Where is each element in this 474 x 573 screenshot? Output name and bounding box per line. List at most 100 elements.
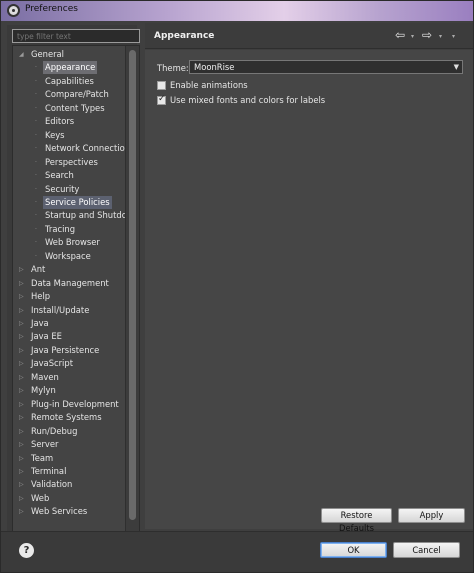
tree-item-label: Editors [45,116,75,127]
tree-dots-icon: · [35,198,37,206]
cancel-button[interactable]: Cancel [393,542,460,558]
tree-item-label: Maven [31,371,59,382]
tree-item[interactable]: ▷ Web [19,492,51,505]
tree-item[interactable]: · Startup and Shutdown [35,209,125,222]
tree-item[interactable]: · Search [35,169,76,182]
tree-item[interactable]: · Perspectives [35,156,100,169]
tree-scrollbar[interactable] [125,46,139,534]
expand-arrow-icon[interactable]: ▷ [19,398,25,411]
expand-arrow-icon[interactable]: ▷ [19,330,25,343]
forward-arrow-icon[interactable]: ⇨ [422,29,432,41]
theme-select[interactable]: MoonRise ▼ [189,60,463,74]
tree-scrollbar-thumb[interactable] [129,50,136,520]
tree-item-label: Network Connections [45,143,125,154]
tree-item[interactable]: ▷ Terminal [19,465,68,478]
enable-animations-row[interactable]: Enable animations [157,80,357,92]
tree-item[interactable]: ▷ Team [19,452,55,465]
right-panel: Appearance ⇦ ▾ ⇨ ▾ ▾ Theme: MoonRise ▼ E… [145,23,473,533]
enable-animations-checkbox[interactable] [157,81,166,90]
tree-item[interactable]: ▷ Help [19,290,52,303]
mixed-fonts-row[interactable]: Use mixed fonts and colors for labels [157,94,407,107]
mixed-fonts-checkbox[interactable] [157,94,166,105]
view-menu-chevron-down-icon[interactable]: ▾ [452,33,455,40]
expand-arrow-icon[interactable]: ▷ [19,478,25,491]
expand-arrow-icon[interactable]: ▷ [19,438,25,451]
tree-item[interactable]: · Workspace [35,250,93,263]
tree-item[interactable]: ◢ General [19,48,66,61]
expand-arrow-icon[interactable]: ▷ [19,290,25,303]
filter-input[interactable] [12,29,140,43]
expand-arrow-icon[interactable]: ▷ [19,357,25,370]
forward-menu-chevron-down-icon[interactable]: ▾ [439,33,442,40]
tree-item[interactable]: ▷ JavaScript [19,357,75,370]
tree-item[interactable]: · Web Browser [35,236,102,249]
expand-arrow-icon[interactable]: ▷ [19,304,25,317]
expand-arrow-icon[interactable]: ▷ [19,452,25,465]
expand-arrow-icon[interactable]: ▷ [19,317,25,330]
back-menu-chevron-down-icon[interactable]: ▾ [411,33,414,40]
tree-item[interactable]: · Compare/Patch [35,88,111,101]
tree-dots-icon: · [35,252,37,260]
dialog-footer: ? OK Cancel [1,531,473,572]
tree-dots-icon: · [35,172,37,180]
mixed-fonts-label[interactable]: Use mixed fonts and colors for labels [170,95,325,105]
tree-item[interactable]: ▷ Web Services [19,505,89,518]
expand-arrow-icon[interactable]: ▷ [19,505,25,518]
tree-item[interactable]: · Content Types [35,102,107,115]
tree-item-label: Team [31,452,54,463]
tree-item[interactable]: ▷ Validation [19,478,74,491]
tree-item[interactable]: · Security [35,183,81,196]
tree-item-label: Security [45,183,80,194]
back-arrow-icon[interactable]: ⇦ [395,29,405,41]
tree-item[interactable]: ▷ Maven [19,371,61,384]
tree-item-label: Appearance [43,61,98,75]
tree-item[interactable]: ▷ Run/Debug [19,425,79,438]
help-icon[interactable]: ? [19,543,34,558]
tree-item[interactable]: · Service Policies [35,195,112,209]
tree-item[interactable]: ▷ Ant [19,263,47,276]
tree-dots-icon: · [35,118,37,126]
page-title: Appearance [154,31,215,41]
tree-item[interactable]: ▷ Server [19,438,60,451]
tree-item[interactable]: · Appearance [35,61,98,75]
tree-item[interactable]: · Network Connections [35,142,125,155]
tree-item[interactable]: ▷ Data Management [19,277,111,290]
collapse-arrow-icon[interactable]: ◢ [19,48,25,61]
tree-item[interactable]: ▷ Java EE [19,330,64,343]
tree-item[interactable]: · Keys [35,129,67,142]
tree-item[interactable]: ▷ Remote Systems [19,411,104,424]
tree-dots-icon: · [35,212,37,220]
expand-arrow-icon[interactable]: ▷ [19,425,25,438]
eclipse-app-icon [7,4,20,17]
expand-arrow-icon[interactable]: ▷ [19,492,25,505]
tree-item-label: Ant [31,264,46,275]
tree-item[interactable]: · Capabilities [35,75,96,88]
tree-item-label: Compare/Patch [45,89,109,100]
tree-item[interactable]: ▷ Java Persistence [19,344,101,357]
tree-item-label: Server [31,439,59,450]
tree-item-label: Capabilities [45,75,94,86]
tree-item-label: Java EE [31,331,62,342]
restore-defaults-button[interactable]: Restore Defaults [321,508,392,533]
tree-item[interactable]: ▷ Install/Update [19,304,91,317]
ok-button[interactable]: OK [320,542,387,558]
expand-arrow-icon[interactable]: ▷ [19,465,25,478]
title-bar[interactable]: Preferences [1,1,473,21]
tree-item-label: Search [45,170,74,181]
tree-item[interactable]: · Editors [35,115,76,128]
chevron-down-icon: ▼ [453,63,459,71]
tree-item-label: Web [31,492,50,503]
left-panel: ◢ General · Appearance · Capabilities · Compare… [7,25,140,535]
expand-arrow-icon[interactable]: ▷ [19,384,25,397]
expand-arrow-icon[interactable]: ▷ [19,277,25,290]
expand-arrow-icon[interactable]: ▷ [19,263,25,276]
tree-item[interactable]: ▷ Java [19,317,51,330]
tree-item[interactable]: ▷ Mylyn [19,384,58,397]
apply-button[interactable]: Apply [398,508,465,523]
expand-arrow-icon[interactable]: ▷ [19,344,25,357]
expand-arrow-icon[interactable]: ▷ [19,411,25,424]
enable-animations-label[interactable]: Enable animations [170,80,248,90]
tree-item[interactable]: ▷ Plug-in Development [19,398,121,411]
tree-item[interactable]: · Tracing [35,223,77,236]
expand-arrow-icon[interactable]: ▷ [19,371,25,384]
